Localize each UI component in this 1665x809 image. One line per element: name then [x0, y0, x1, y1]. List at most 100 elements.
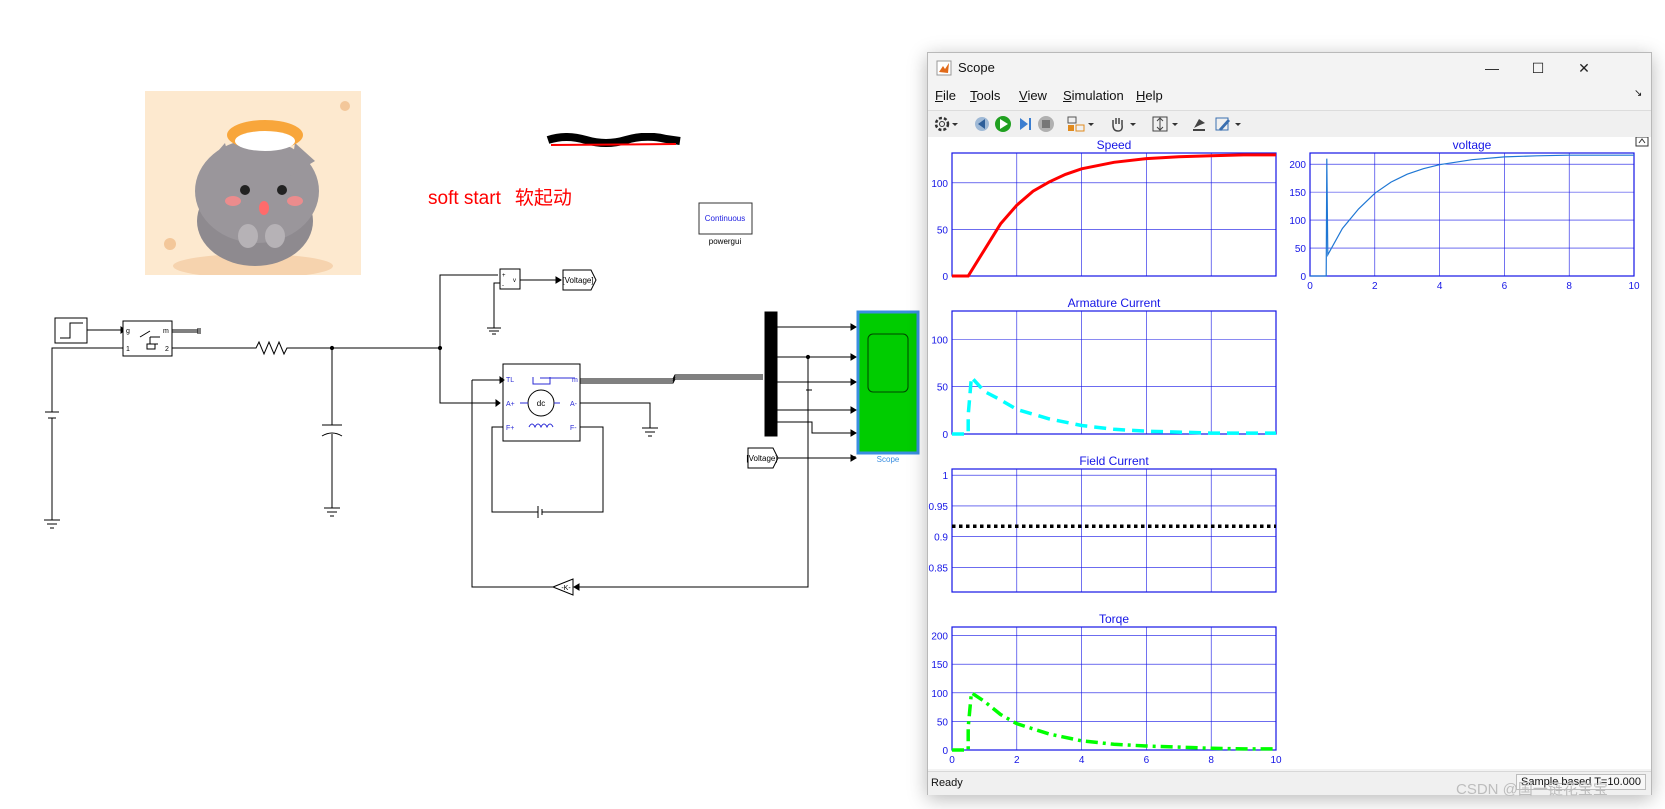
torque-ytick-label: 0 [942, 746, 948, 757]
cat-sticker-image [145, 91, 361, 275]
menu-bar: File Tools View Simulation Help ↘ [928, 83, 1651, 107]
field-current-axes[interactable]: 0.85 0.9 0.95 1 Field Current [929, 454, 1277, 593]
scope-block[interactable] [856, 310, 920, 455]
run-icon[interactable] [993, 114, 1013, 134]
dropdown-icon[interactable] [1128, 114, 1138, 134]
switch-port-g: g [126, 328, 130, 335]
bus-selector-block[interactable] [764, 311, 778, 437]
step-back-icon[interactable] [972, 114, 992, 134]
minimize-icon: — [1485, 60, 1499, 76]
soft-start-en: soft start [428, 188, 501, 209]
armature-current-plot-title: Armature Current [1068, 296, 1161, 310]
dropdown-icon[interactable] [1233, 114, 1243, 134]
torque-plot-title: Torqe [1099, 612, 1129, 626]
dc-machine-label: dc [537, 399, 545, 408]
armature-current-plot-frame [951, 310, 1277, 435]
armature-current-axes[interactable]: 0 50 100 Armature Current [931, 296, 1277, 441]
voltage-xtick-label: 6 [1502, 281, 1508, 292]
voltage-plot-frame [1309, 152, 1635, 277]
scope-toolbar [928, 110, 1651, 138]
gain-label: -K- [561, 585, 571, 592]
torque-ytick-label: 50 [937, 717, 949, 728]
vmeter-port-plus: + [502, 273, 506, 279]
gear-icon[interactable] [932, 114, 952, 134]
menu-file[interactable]: File [935, 88, 956, 103]
torque-plot-frame [951, 626, 1277, 751]
voltage-ytick-label: 0 [1300, 272, 1306, 283]
scope-plot-area[interactable]: 0 50 100 Speed 0 50 100 150 200 0 2 4 6 8 10 voltage 0 50… [928, 136, 1651, 769]
switch-port-m: m [163, 328, 169, 335]
voltage-ytick-label: 100 [1289, 216, 1306, 227]
torque-axes[interactable]: 0 50 100 150 200 0 2 4 6 8 10 Torqe [931, 612, 1282, 766]
torque-ytick-label: 150 [931, 660, 948, 671]
field-current-plot-frame [951, 468, 1277, 593]
torque-ytick-label: 100 [931, 689, 948, 700]
port-a-minus: A- [570, 401, 578, 408]
port-f-minus: F- [570, 425, 577, 432]
menu-help[interactable]: Help [1136, 88, 1163, 103]
menu-simulation[interactable]: Simulation [1063, 88, 1124, 103]
autoscale-icon[interactable] [1150, 114, 1170, 134]
scope-titlebar[interactable]: Scope — ☐ ✕ [928, 53, 1651, 83]
dropdown-icon[interactable] [1086, 114, 1096, 134]
maximize-button[interactable]: ☐ [1515, 53, 1561, 83]
scope-window[interactable]: Scope — ☐ ✕ File Tools View Simulation H… [927, 52, 1652, 795]
port-a-plus: A+ [506, 401, 515, 408]
torque-ytick-label: 200 [931, 632, 948, 643]
torque-xtick-label: 0 [949, 755, 955, 766]
window-title: Scope [958, 60, 995, 75]
torque-xtick-label: 10 [1270, 755, 1282, 766]
field-current-ytick-label: 0.9 [934, 533, 948, 544]
stop-icon[interactable] [1036, 114, 1056, 134]
scope-plots: 050100Speed0501001502000 2 4 6 8 10voltage050… [929, 136, 1649, 766]
port-m: m [572, 377, 578, 384]
minimize-button[interactable]: — [1469, 53, 1515, 83]
voltage-xtick-label: 10 [1628, 281, 1640, 292]
close-icon: ✕ [1578, 59, 1590, 76]
dropdown-icon[interactable] [950, 114, 960, 134]
voltage-xtick-label: 4 [1437, 281, 1443, 292]
torque-xtick-label: 4 [1079, 755, 1085, 766]
speed-ytick-label: 100 [931, 179, 948, 190]
armature-current-ytick-label: 50 [937, 383, 949, 394]
pan-icon[interactable] [1108, 114, 1128, 134]
voltage-xtick-label: 0 [1307, 281, 1313, 292]
speed-ytick-label: 50 [937, 225, 949, 236]
voltage-ytick-label: 200 [1289, 160, 1306, 171]
voltage-xtick-label: 2 [1372, 281, 1378, 292]
armature-current-ytick-label: 0 [942, 430, 948, 441]
status-text: Ready [931, 777, 963, 789]
layout-icon[interactable] [1066, 114, 1086, 134]
matlab-icon [936, 60, 952, 76]
field-current-ytick-label: 1 [942, 471, 948, 482]
from-voltage-label: [Voltage] [746, 454, 777, 463]
redaction-scribble [546, 133, 681, 147]
cursor-icon[interactable] [1190, 114, 1210, 134]
dropdown-icon[interactable] [1170, 114, 1180, 134]
torque-xtick-label: 2 [1014, 755, 1020, 766]
voltage-plot-title: voltage [1453, 138, 1492, 152]
port-tl: TL [506, 377, 514, 384]
voltage-axes[interactable]: 0 50 100 150 200 0 2 4 6 8 10 voltage [1289, 138, 1640, 292]
menu-tools[interactable]: Tools [970, 88, 1000, 103]
speed-plot-frame [951, 152, 1277, 277]
close-button[interactable]: ✕ [1561, 53, 1607, 83]
csdn-watermark: CSDN @国一链花宝宝 [1456, 781, 1608, 798]
step-block[interactable] [54, 317, 88, 344]
field-current-ytick-label: 0.95 [929, 502, 949, 513]
switch-port-1: 1 [126, 346, 130, 353]
field-current-ytick-label: 0.85 [929, 563, 949, 574]
voltage-ytick-label: 50 [1295, 244, 1307, 255]
menu-view[interactable]: View [1019, 88, 1047, 103]
voltage-xtick-label: 8 [1566, 281, 1572, 292]
goto-voltage-label: [Voltage] [562, 276, 593, 285]
torque-xtick-label: 8 [1208, 755, 1214, 766]
edit-icon[interactable] [1213, 114, 1233, 134]
switch-port-2: 2 [165, 346, 169, 353]
speed-axes[interactable]: 0 50 100 Speed [931, 138, 1277, 283]
voltage-ytick-label: 150 [1289, 188, 1306, 199]
speed-ytick-label: 0 [942, 272, 948, 283]
step-forward-icon[interactable] [1015, 114, 1035, 134]
vmeter-port-v: v [513, 278, 516, 284]
undock-icon[interactable]: ↘ [1634, 88, 1642, 99]
